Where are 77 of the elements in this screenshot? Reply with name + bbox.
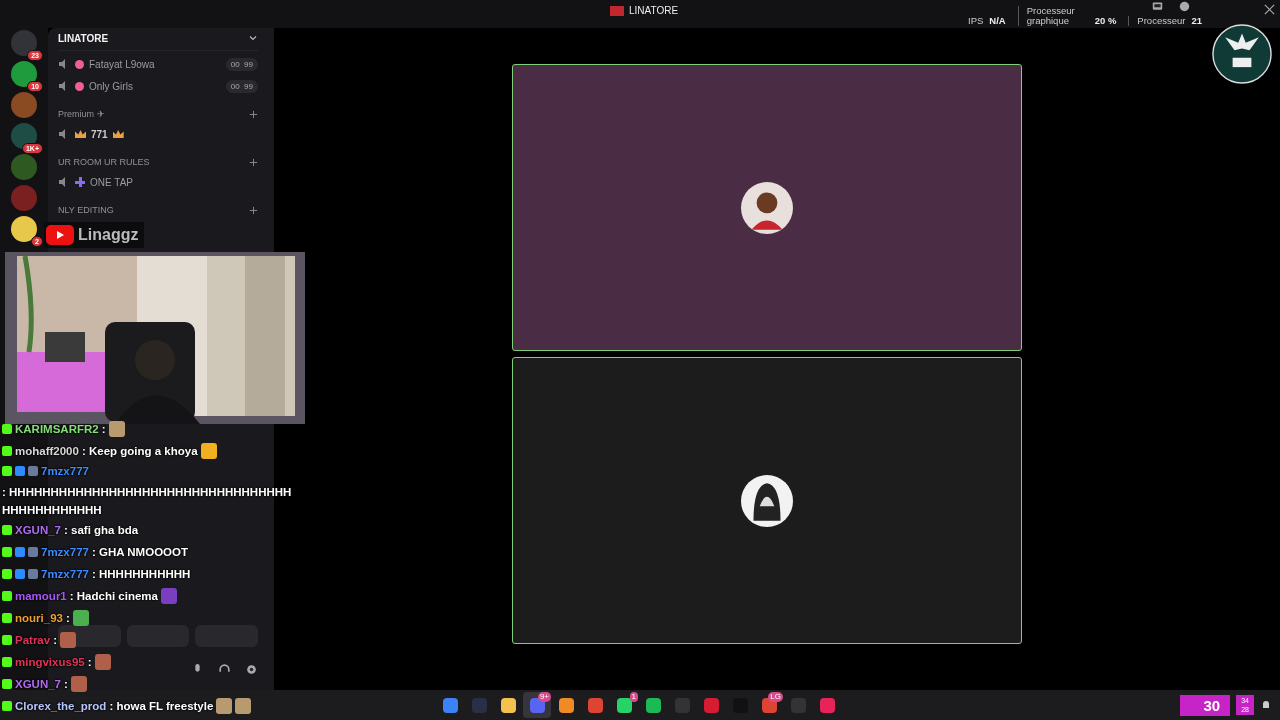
taskbar-button[interactable]: 9+ <box>523 692 551 718</box>
emote-icon <box>235 698 252 714</box>
avatar-icon <box>741 181 793 234</box>
platform-icon <box>2 613 12 623</box>
chat-message: : HHHHHHHHHHH <box>91 567 191 582</box>
server-icon[interactable] <box>11 216 37 242</box>
chat-message: : <box>101 422 106 437</box>
play-icon <box>46 225 74 245</box>
chat-username: mingvixus95 <box>15 655 85 670</box>
inbox-icon[interactable] <box>1152 1 1163 12</box>
counter-badge: 30 <box>1179 694 1231 716</box>
notification-badge: 9+ <box>537 692 551 702</box>
chat-username: KARIMSARFR2 <box>15 422 99 437</box>
chat-message: : <box>87 655 92 670</box>
bell-icon[interactable] <box>1260 699 1272 711</box>
chat-username: Patrav <box>15 633 51 648</box>
add-icon[interactable] <box>249 109 258 119</box>
chat-username: 7mzx777 <box>41 464 89 479</box>
chat-username: XGUN_7 <box>15 677 62 692</box>
stat-value: 21 <box>1191 15 1202 26</box>
server-icon[interactable] <box>11 61 37 87</box>
stat-value: 20 % <box>1094 15 1117 26</box>
chat-message: : Keep going a khoya <box>81 444 198 459</box>
chat-message: : HHHHHHHHHHHHHHHHHHHHHHHHHHHHHHHHHHHHHHHHHHHHHH <box>2 485 293 518</box>
chat-username: mamour1 <box>15 589 67 604</box>
stat-label: Processeur <box>1128 16 1186 26</box>
platform-icon <box>2 569 12 579</box>
platform-icon <box>2 547 12 557</box>
taskbar-button[interactable]: 1 <box>610 692 638 718</box>
chat-message: : <box>53 633 57 648</box>
user-count: 00 99 <box>225 57 258 71</box>
chevron-icon[interactable] <box>248 33 258 43</box>
server-icon[interactable] <box>11 123 37 149</box>
category-label[interactable]: UR ROOM UR RULES <box>58 157 150 167</box>
close-icon[interactable] <box>1263 3 1276 16</box>
flag-icon <box>610 5 624 16</box>
chat-message: : GHA NMOOOOT <box>91 545 188 560</box>
user-count: 00 99 <box>225 79 258 93</box>
chat-message: : <box>65 611 70 626</box>
emote-icon <box>60 632 76 648</box>
channel-name[interactable]: ONE TAP <box>90 176 133 188</box>
platform-icon <box>2 701 12 711</box>
chat-message: : Hadchi cinema <box>69 589 158 604</box>
platform-icon <box>2 424 12 434</box>
notification-badge: LG <box>768 692 783 702</box>
window-title: LINATORE <box>629 5 679 16</box>
chat-username: 7mzx777 <box>41 545 89 560</box>
chat-message: : safi gha bda <box>64 523 139 538</box>
chat-username: XGUN_7 <box>15 523 62 538</box>
stat-label: Processeur graphique <box>1017 6 1089 26</box>
stat-value: N/A <box>989 15 1006 26</box>
chat-message: : <box>64 677 68 692</box>
chat-username: 7mzx777 <box>41 567 89 582</box>
platform-icon <box>2 591 12 601</box>
chat-username: Clorex_the_prod <box>15 699 107 714</box>
add-icon[interactable] <box>249 205 258 215</box>
settings-icon[interactable] <box>245 663 258 676</box>
notification-badge: 1 <box>629 692 638 702</box>
channel-name[interactable]: 771 <box>91 128 108 140</box>
channel-name[interactable]: Only Girls <box>89 80 133 92</box>
avatar-icon <box>741 474 793 527</box>
chat-username: mohaff2000 <box>15 444 79 459</box>
category-label[interactable]: NLY EDITING <box>58 205 114 215</box>
stat-label: IPS <box>967 16 984 26</box>
chat-message: : howa FL freestyle <box>109 699 214 714</box>
channel-name[interactable]: Fatayat L9owa <box>89 58 155 70</box>
category-label[interactable]: Premium ✈ <box>58 109 105 119</box>
platform-icon <box>2 679 12 689</box>
platform-icon <box>2 525 12 535</box>
platform-icon <box>2 635 12 645</box>
server-icon[interactable] <box>11 30 37 56</box>
server-name[interactable]: LINATORE <box>58 32 109 44</box>
platform-icon <box>2 657 12 667</box>
add-icon[interactable] <box>249 157 258 167</box>
taskbar-button[interactable]: LG <box>755 692 783 718</box>
chat-username: nouri_93 <box>15 611 63 626</box>
emote-icon <box>216 698 233 714</box>
